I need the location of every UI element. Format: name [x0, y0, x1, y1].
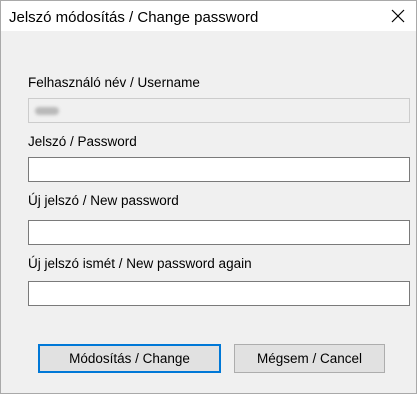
close-icon — [391, 9, 405, 23]
close-button[interactable] — [380, 1, 416, 31]
new-password-label: Új jelszó / New password — [28, 193, 179, 208]
change-button-label: Módosítás / Change — [69, 351, 190, 366]
redacted-username — [35, 107, 59, 115]
username-field — [28, 98, 410, 123]
change-button[interactable]: Módosítás / Change — [38, 344, 221, 373]
cancel-button[interactable]: Mégsem / Cancel — [234, 344, 385, 373]
change-password-dialog: Jelszó módosítás / Change password Felha… — [0, 0, 417, 394]
new-password-field[interactable] — [28, 220, 410, 245]
new-password-again-label: Új jelszó ismét / New password again — [28, 256, 252, 271]
title-bar[interactable]: Jelszó módosítás / Change password — [1, 1, 416, 31]
dialog-title: Jelszó módosítás / Change password — [9, 9, 259, 26]
username-label: Felhasználó név / Username — [28, 75, 200, 90]
password-field[interactable] — [28, 157, 410, 182]
password-label: Jelszó / Password — [28, 134, 137, 149]
cancel-button-label: Mégsem / Cancel — [256, 351, 363, 366]
new-password-again-field[interactable] — [28, 281, 410, 306]
dialog-body: Felhasználó név / Username Jelszó / Pass… — [1, 31, 416, 393]
